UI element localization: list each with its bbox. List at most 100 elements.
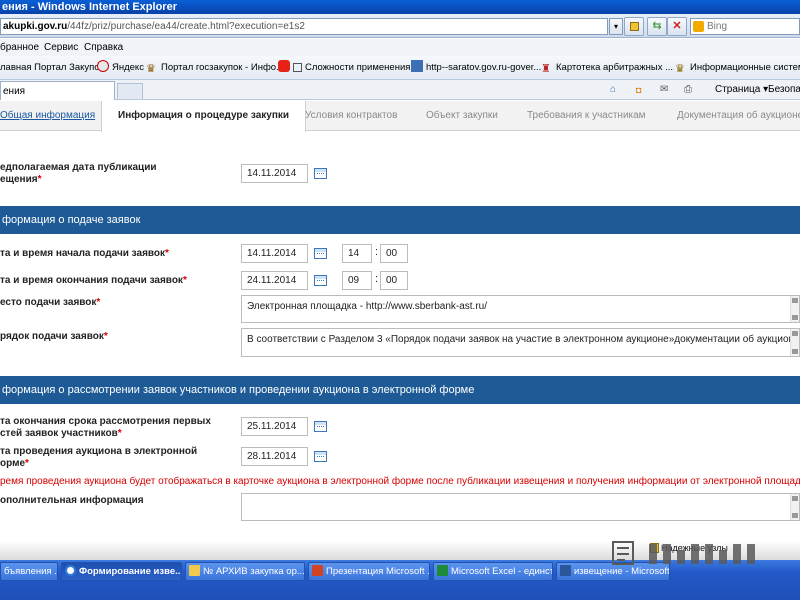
end-hour-input[interactable]: 09 [342, 271, 372, 290]
favorite-link-yandex[interactable]: Яндекс [97, 56, 144, 80]
favorite-link-infosystems[interactable]: ♛ Информационные системы... [675, 56, 800, 80]
submission-order-textarea[interactable]: В соответствии с Разделом 3 «Порядок под… [241, 328, 800, 357]
powerpoint-icon [312, 565, 323, 576]
required-asterisk: * [37, 174, 42, 185]
favorite-link-saratov[interactable]: http--saratov.gov.ru-gover... [411, 56, 541, 80]
required-asterisk: * [96, 297, 101, 308]
safety-menu[interactable]: Безопас [768, 80, 800, 100]
end-date-input[interactable]: 24.11.2014 [241, 271, 308, 290]
bing-icon [693, 21, 704, 32]
textarea-scrollbar[interactable] [790, 329, 799, 356]
auction-time-note: ремя проведения аукциона будет отображат… [0, 476, 800, 487]
print-icon[interactable]: ⎙ [684, 80, 692, 100]
mail-icon[interactable]: ✉ [660, 80, 668, 100]
tab-general-info[interactable]: Общая информация [0, 101, 95, 131]
review-deadline-label-line1: та окончания срока рассмотрения первых [0, 416, 211, 427]
calendar-icon[interactable] [314, 168, 327, 179]
submission-order-label: рядок подачи заявок* [0, 331, 108, 343]
textarea-scrollbar[interactable] [790, 494, 799, 520]
page-icon [293, 63, 302, 72]
additional-info-textarea[interactable] [241, 493, 800, 521]
review-deadline-label-line2: стей заявок участников [0, 428, 118, 439]
required-asterisk: * [165, 248, 169, 259]
taskbar-item-label: Формирование изве... [79, 566, 182, 577]
auction-date-label-line2: орме [0, 458, 26, 469]
submission-place-value: Электронная площадка - http://www.sberba… [247, 301, 487, 312]
menu-help[interactable]: Справка [84, 39, 123, 56]
favorite-label: Картотека арбитражных ... [556, 62, 673, 73]
feeds-icon[interactable]: ◘ [636, 80, 641, 100]
menu-tools[interactable]: Сервис [44, 39, 78, 56]
favorite-link-difficulties[interactable]: Сложности применения... [278, 56, 418, 80]
auction-date-label-line1: та проведения аукциона в электронной [0, 446, 198, 457]
new-tab-button[interactable] [117, 83, 143, 99]
start-hour-input[interactable]: 14 [342, 244, 372, 263]
start-minute-input[interactable]: 00 [380, 244, 408, 263]
browser-tab-active[interactable]: ения [0, 81, 115, 100]
calendar-icon[interactable] [314, 275, 327, 286]
favorite-link-goszakupki[interactable]: ♛ Портал госзакупок - Инфо... [146, 56, 284, 80]
page-menu-label: Страница [715, 84, 761, 95]
page-tabs: Общая информация Информация о процедуре … [0, 101, 800, 132]
taskbar-item[interactable]: № АРХИВ закупка ор... [185, 562, 305, 581]
review-deadline-label: та окончания срока рассмотрения первых с… [0, 416, 211, 440]
favorite-label: лавная Портал Закупок [0, 62, 104, 73]
tab-auction-docs[interactable]: Документация об аукционе [677, 101, 800, 131]
publication-date-input[interactable]: 14.11.2014 [241, 164, 308, 183]
yandex-icon [97, 60, 109, 72]
start-datetime-label-text: та и время начала подачи заявок [0, 248, 166, 259]
review-deadline-input[interactable]: 25.11.2014 [241, 417, 308, 436]
calendar-icon[interactable] [314, 248, 327, 259]
address-bar: akupki.gov.ru/44fz/priz/purchase/ea44/cr… [0, 14, 800, 38]
menu-favorites[interactable]: бранное [0, 39, 39, 56]
submission-order-label-text: рядок подачи заявок [0, 331, 104, 342]
taskbar-item-label: Презентация Microsoft ... [326, 566, 430, 577]
taskbar-item[interactable]: бъявления ... [0, 562, 58, 581]
menu-bar: бранное Сервис Справка [0, 39, 800, 56]
calendar-icon[interactable] [314, 451, 327, 462]
taskbar-item-label: бъявления ... [4, 566, 58, 577]
submission-place-label: есто подачи заявок* [0, 297, 100, 309]
publication-date-label-line2: ещения [0, 174, 38, 185]
tab-participant-requirements[interactable]: Требования к участникам [527, 101, 646, 131]
favorite-link-arbitration[interactable]: ♜ Картотека арбитражных ... [541, 56, 673, 80]
required-asterisk: * [25, 458, 29, 469]
word-icon [560, 565, 571, 576]
page-menu[interactable]: Страница ▾ [715, 80, 768, 100]
textarea-scrollbar[interactable] [790, 296, 799, 322]
favorite-label: Портал госзакупок - Инфо... [161, 62, 284, 73]
auction-date-input[interactable]: 28.11.2014 [241, 447, 308, 466]
address-input[interactable]: akupki.gov.ru/44fz/priz/purchase/ea44/cr… [0, 18, 608, 35]
required-asterisk: * [117, 428, 122, 439]
emblem-icon: ♛ [675, 63, 685, 75]
tab-procedure-info[interactable]: Информация о процедуре закупки [101, 101, 307, 132]
stop-icon[interactable]: ✕ [667, 17, 687, 36]
lock-icon[interactable] [624, 17, 644, 36]
calendar-icon[interactable] [314, 421, 327, 432]
taskbar-item[interactable]: Microsoft Excel - единст... [433, 562, 553, 581]
search-input[interactable]: Bing [690, 18, 800, 35]
publication-date-label-line1: едполагаемая дата публикации [0, 162, 157, 173]
section-header-review-auction: формация о рассмотрении заявок участнико… [0, 376, 800, 404]
tab-purchase-object[interactable]: Объект закупки [426, 101, 498, 131]
required-asterisk: * [182, 275, 187, 286]
tab-contract-terms[interactable]: Условия контрактов [305, 101, 397, 131]
start-date-input[interactable]: 14.11.2014 [241, 244, 308, 263]
address-dropdown-icon[interactable]: ▾ [609, 18, 623, 35]
home-icon[interactable]: ⌂ [610, 80, 616, 100]
taskbar-item-active[interactable]: Формирование изве... [61, 562, 182, 581]
submission-place-textarea[interactable]: Электронная площадка - http://www.sberba… [241, 295, 800, 323]
address-domain: akupki.gov.ru [3, 21, 68, 32]
auction-date-label: та проведения аукциона в электронной орм… [0, 446, 197, 470]
site-icon [411, 60, 423, 72]
browser-tab-label: ения [3, 86, 26, 97]
end-minute-input[interactable]: 00 [380, 271, 408, 290]
favorite-link-portal[interactable]: лавная Портал Закупок [0, 56, 104, 80]
taskbar-item[interactable]: Презентация Microsoft ... [308, 562, 430, 581]
command-bar: ения ⌂ ◘ ✉ ⎙ Страница ▾ Безопас [0, 80, 800, 100]
favorite-label: Яндекс [112, 62, 144, 73]
refresh-icon[interactable]: ⇆ [647, 17, 667, 36]
taskbar-item-label: Microsoft Excel - единст... [451, 566, 553, 577]
emblem-icon: ♛ [146, 63, 156, 75]
folder-icon [189, 565, 200, 576]
